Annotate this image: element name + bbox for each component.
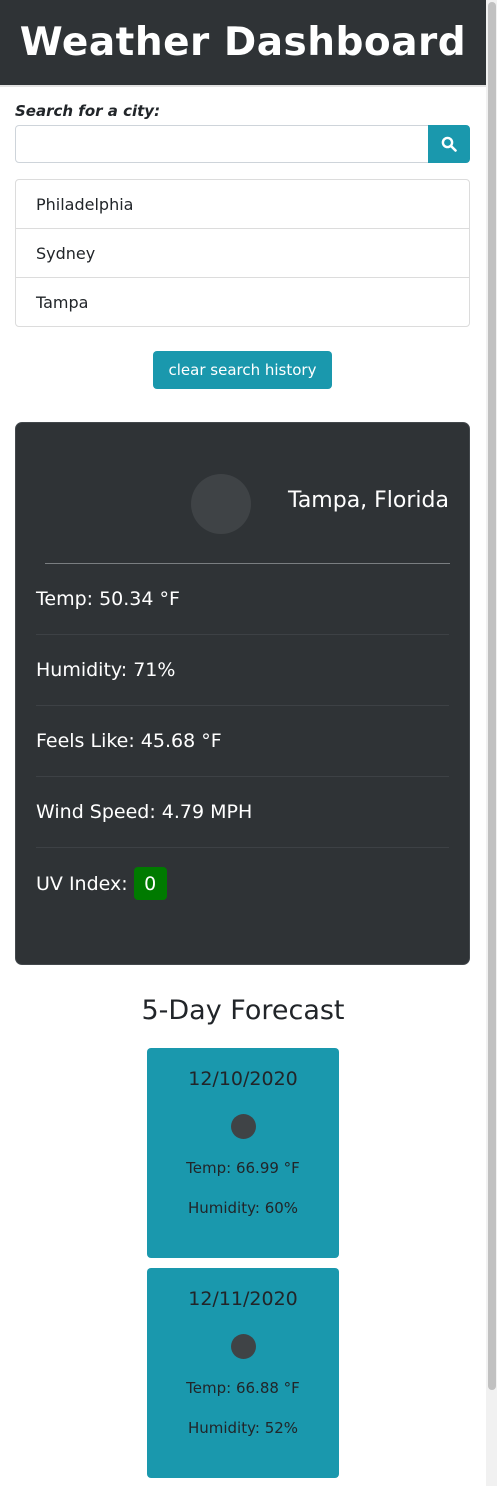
forecast-humidity: Humidity: 60% [187,1199,299,1217]
forecast-card: 12/11/2020 Temp: 66.88 °F Humidity: 52% [147,1268,339,1478]
forecast-weather-icon [231,1114,256,1139]
humidity-value: Humidity: 71% [36,659,176,681]
forecast-temp: Temp: 66.99 °F [186,1159,300,1177]
current-weather-card: Tampa, Florida Temp: 50.34 °F Humidity: … [15,422,470,965]
temp-row: Temp: 50.34 °F [36,564,449,635]
forecast-title: 5-Day Forecast [141,995,345,1026]
feels-like-value: Feels Like: 45.68 °F [36,730,222,752]
clear-history-button[interactable]: clear search history [153,351,332,389]
search-input[interactable] [15,125,429,163]
page-title: Weather Dashboard [19,20,467,65]
forecast-date: 12/10/2020 [188,1068,298,1090]
search-history-list: Philadelphia Sydney Tampa [15,179,470,327]
header-bar: Weather Dashboard [0,0,486,85]
search-icon [441,136,457,152]
forecast-weather-icon [231,1334,256,1359]
uv-index-label: UV Index: [36,872,128,895]
history-item-sydney[interactable]: Sydney [16,229,469,278]
forecast-temp: Temp: 66.88 °F [186,1379,300,1397]
temp-value: Temp: 50.34 °F [36,588,180,610]
search-button[interactable] [428,125,470,163]
weather-icon [191,474,251,534]
wind-speed-value: Wind Speed: 4.79 MPH [36,801,253,823]
header-divider [0,85,486,87]
feels-like-row: Feels Like: 45.68 °F [36,706,449,777]
history-item-tampa[interactable]: Tampa [16,278,469,326]
uv-index-badge: 0 [133,867,167,900]
uv-index-row: UV Index: 0 [36,848,449,919]
forecast-date: 12/11/2020 [188,1288,298,1310]
humidity-row: Humidity: 71% [36,635,449,706]
history-item-philadelphia[interactable]: Philadelphia [16,180,469,229]
forecast-humidity: Humidity: 52% [187,1419,299,1437]
scrollbar-thumb[interactable] [488,2,496,1390]
wind-speed-row: Wind Speed: 4.79 MPH [36,777,449,848]
city-name: Tampa, Florida [288,488,449,513]
page: Weather Dashboard Search for a city: Phi… [0,0,497,1486]
forecast-card: 12/10/2020 Temp: 66.99 °F Humidity: 60% [147,1048,339,1258]
search-label: Search for a city: [15,102,161,120]
